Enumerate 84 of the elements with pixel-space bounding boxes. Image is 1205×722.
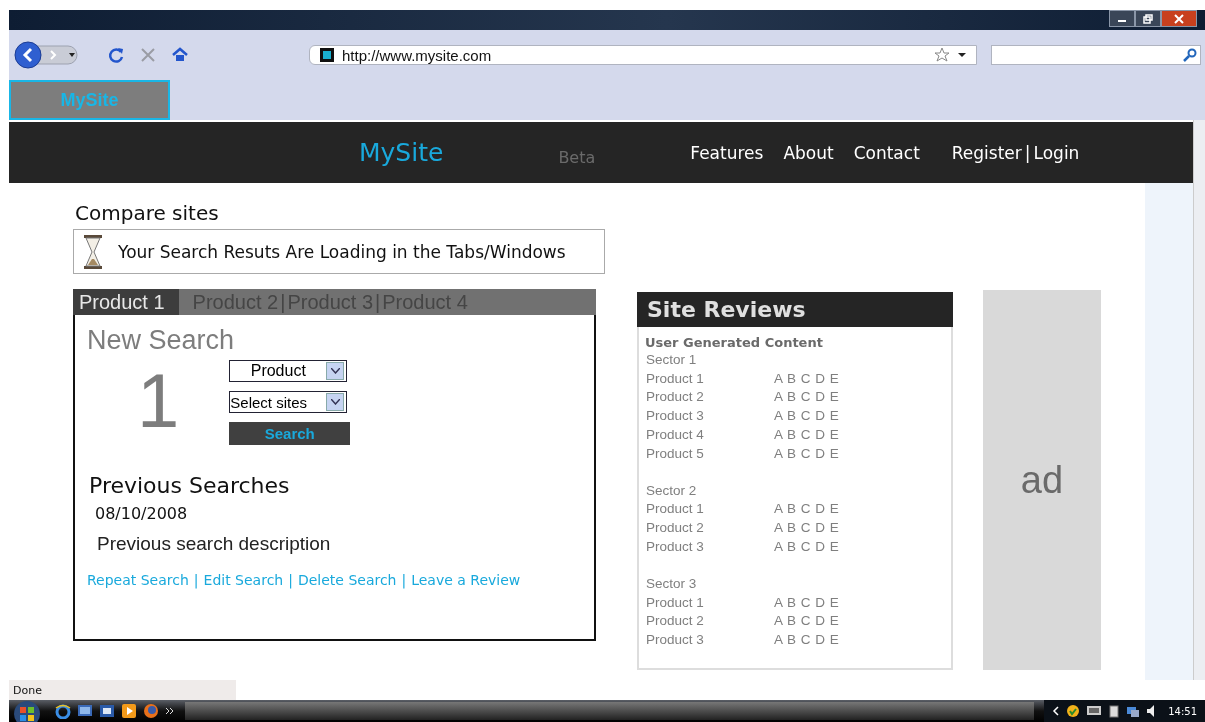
nav-link[interactable]: Features — [690, 142, 764, 163]
media-player-icon[interactable] — [121, 703, 137, 719]
site-icon — [320, 48, 334, 62]
restore-icon[interactable] — [1135, 10, 1161, 27]
window-icon[interactable] — [99, 703, 115, 719]
minimize-icon[interactable] — [1109, 10, 1135, 27]
action-link[interactable]: Leave a Review — [411, 572, 521, 588]
dropdown-icon[interactable] — [958, 52, 967, 58]
separator-text: | — [280, 290, 286, 315]
grade-links[interactable]: A B C D E — [774, 407, 840, 427]
browser-icon[interactable] — [55, 703, 71, 719]
grade-links[interactable]: A B C D E — [774, 369, 840, 389]
product-link[interactable]: Product 3 — [646, 631, 774, 650]
grade-links[interactable]: A B C D E — [774, 500, 840, 520]
volume-icon[interactable] — [1146, 704, 1157, 718]
product-link[interactable]: Product 3 — [646, 538, 774, 557]
grade-links[interactable]: A B C D E — [774, 538, 840, 557]
chevron-left-icon[interactable] — [1052, 706, 1061, 716]
monitor-icon[interactable] — [1086, 705, 1103, 717]
hourglass-icon — [83, 234, 103, 269]
separator-text: | — [401, 572, 407, 588]
product-tab[interactable]: Product 1 — [73, 289, 179, 315]
product-link[interactable]: Product 2 — [646, 388, 774, 408]
scrollbar[interactable] — [1193, 120, 1205, 680]
action-link[interactable]: Delete Search — [297, 572, 397, 588]
action-link[interactable]: Edit Search — [203, 572, 284, 588]
search-button[interactable]: Search — [229, 422, 351, 445]
search-field[interactable] — [991, 45, 1201, 65]
notice-text: Your Search Resuts Are Loading in the Tabs/Windows — [118, 241, 566, 262]
battery-icon[interactable] — [1108, 704, 1121, 718]
product-link[interactable]: Product 4 — [646, 426, 774, 445]
nav-link[interactable]: About — [783, 142, 834, 163]
action-link[interactable]: Repeat Search — [87, 572, 189, 588]
login-link[interactable]: Login — [1033, 142, 1080, 163]
beta-label: Beta — [558, 148, 596, 167]
network-icon[interactable] — [1126, 704, 1141, 718]
search-date: 08/10/2008 — [95, 504, 189, 523]
close-icon[interactable] — [1161, 10, 1197, 27]
caret-icon — [330, 399, 340, 405]
register-link[interactable]: Register — [951, 142, 1022, 163]
star-icon[interactable] — [934, 47, 951, 63]
product-link[interactable]: Product 1 — [646, 369, 774, 389]
section-title: Compare sites — [75, 201, 220, 225]
sites-select[interactable]: Select sites — [229, 391, 348, 413]
step-number: 1 — [137, 362, 180, 445]
clock: 14:51 — [1168, 705, 1197, 717]
search-icon[interactable] — [1183, 48, 1197, 62]
caret-icon — [330, 368, 340, 374]
product-select[interactable]: Product — [229, 360, 348, 382]
shield-icon[interactable] — [1066, 704, 1081, 718]
nav-link[interactable]: Contact — [853, 142, 920, 163]
separator-text: | — [1024, 142, 1031, 163]
grade-links[interactable]: A B C D E — [774, 426, 840, 445]
product-link[interactable]: Product 5 — [646, 444, 774, 464]
grade-links[interactable]: A B C D E — [774, 612, 840, 632]
reload-icon[interactable] — [107, 46, 125, 64]
site-logo: MySite — [359, 138, 444, 167]
grade-links[interactable]: A B C D E — [774, 593, 840, 613]
panel-title: New Search — [87, 325, 236, 356]
address-field[interactable]: http://www.mysite.com — [309, 45, 978, 65]
product-link[interactable]: Product 1 — [646, 500, 774, 520]
grade-links[interactable]: A B C D E — [774, 388, 840, 408]
grade-links[interactable]: A B C D E — [774, 631, 840, 650]
sector-label: Sector 1 — [645, 350, 698, 369]
chevron-icon[interactable] — [165, 706, 175, 716]
separator-text: | — [193, 572, 199, 588]
ad-label: ad — [1020, 458, 1064, 502]
desktop-icon[interactable] — [77, 703, 93, 719]
grade-links[interactable]: A B C D E — [774, 519, 840, 538]
sector-label: Sector 2 — [645, 481, 698, 500]
search-description: Previous search description — [97, 533, 332, 555]
product-link[interactable]: Product 2 — [646, 519, 774, 538]
home-icon[interactable] — [171, 46, 189, 64]
product-link[interactable]: Product 3 — [646, 407, 774, 427]
product-link[interactable]: Product 1 — [646, 593, 774, 613]
separator-text: | — [375, 290, 381, 315]
section-title: Previous Searches — [89, 473, 291, 498]
sector-label: Sector 3 — [645, 574, 698, 593]
panel-title: Site Reviews — [647, 296, 806, 322]
grade-links[interactable]: A B C D E — [774, 444, 840, 464]
product-link[interactable]: Product 2 — [646, 612, 774, 632]
separator-text: | — [288, 572, 293, 588]
status-text: Done — [12, 683, 42, 697]
panel-subtitle: User Generated Content — [645, 334, 824, 350]
